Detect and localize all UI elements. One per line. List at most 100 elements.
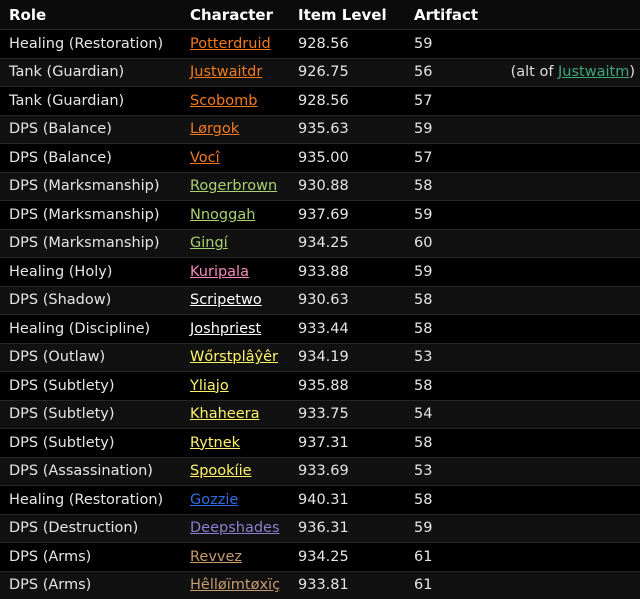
artifact-cell: 53 xyxy=(409,343,484,372)
character-link[interactable]: Revvez xyxy=(190,549,242,565)
artifact-cell: 58 xyxy=(409,286,484,315)
table-row: Healing (Restoration) Potterdruid 928.56 59 xyxy=(0,29,640,59)
character-cell: Lørgok xyxy=(185,115,293,144)
item-level-cell: 936.31 xyxy=(293,514,409,543)
artifact-cell: 56 xyxy=(409,58,484,87)
character-cell: Wőrstplâŷêr xyxy=(185,343,293,372)
character-link[interactable]: Yliajo xyxy=(190,378,229,394)
character-link[interactable]: Joshpriest xyxy=(190,321,261,337)
artifact-cell: 58 xyxy=(409,314,484,344)
artifact-cell: 58 xyxy=(409,485,484,515)
table-row: Tank (Guardian) Justwaitdr 926.75 56 (alt of… xyxy=(0,58,640,87)
header-item-level[interactable]: Item Level xyxy=(293,0,409,30)
character-link[interactable]: Spookíie xyxy=(190,463,252,479)
item-level-cell: 937.31 xyxy=(293,428,409,458)
character-cell: Yliajo xyxy=(185,371,293,401)
item-level-cell: 928.56 xyxy=(293,86,409,116)
role-cell: DPS (Marksmanship) xyxy=(0,200,185,230)
character-cell: Nnoggah xyxy=(185,200,293,230)
item-level-cell: 935.00 xyxy=(293,143,409,173)
table-row: DPS (Subtlety) Yliajo 935.88 58 xyxy=(0,371,640,401)
character-link[interactable]: Potterdruid xyxy=(190,36,271,52)
role-cell: DPS (Balance) xyxy=(0,115,185,144)
role-cell: DPS (Marksmanship) xyxy=(0,229,185,258)
role-cell: DPS (Assassination) xyxy=(0,457,185,486)
item-level-cell: 933.88 xyxy=(293,257,409,287)
character-link[interactable]: Scripetwo xyxy=(190,292,262,308)
character-cell: Rogerbrown xyxy=(185,172,293,201)
table-body: Healing (Restoration) Potterdruid 928.56 59… xyxy=(0,29,640,599)
note-cell xyxy=(484,457,640,486)
item-level-cell: 935.88 xyxy=(293,371,409,401)
item-level-cell: 930.88 xyxy=(293,172,409,201)
table-row: DPS (Marksmanship) Rogerbrown 930.88 58 xyxy=(0,172,640,201)
note-cell xyxy=(484,514,640,543)
character-link[interactable]: Gozzie xyxy=(190,492,238,508)
character-link[interactable]: Kuripala xyxy=(190,264,249,280)
table-row: DPS (Marksmanship) Nnoggah 937.69 59 xyxy=(0,200,640,230)
header-row: Role Character Item Level Artifact xyxy=(0,0,640,30)
character-cell: Joshpriest xyxy=(185,314,293,344)
table-row: Healing (Discipline) Joshpriest 933.44 58 xyxy=(0,314,640,344)
item-level-cell: 934.19 xyxy=(293,343,409,372)
note-cell xyxy=(484,200,640,230)
header-role[interactable]: Role xyxy=(0,0,185,30)
character-cell: Hêlløïmtøxïç xyxy=(185,571,293,599)
table-row: DPS (Outlaw) Wőrstplâŷêr 934.19 53 xyxy=(0,343,640,372)
character-cell: Khaheera xyxy=(185,400,293,429)
note-cell xyxy=(484,29,640,59)
item-level-cell: 926.75 xyxy=(293,58,409,87)
item-level-cell: 934.25 xyxy=(293,542,409,572)
character-cell: Justwaitdr xyxy=(185,58,293,87)
table-row: Healing (Holy) Kuripala 933.88 59 xyxy=(0,257,640,287)
note-cell: (alt of Justwaitm) xyxy=(484,58,640,87)
character-link[interactable]: Vocî xyxy=(190,150,220,166)
artifact-cell: 60 xyxy=(409,229,484,258)
role-cell: DPS (Shadow) xyxy=(0,286,185,315)
role-cell: Healing (Discipline) xyxy=(0,314,185,344)
item-level-cell: 934.25 xyxy=(293,229,409,258)
table-row: DPS (Subtlety) Khaheera 933.75 54 xyxy=(0,400,640,429)
note-cell xyxy=(484,172,640,201)
character-link[interactable]: Rogerbrown xyxy=(190,178,277,194)
character-link[interactable]: Nnoggah xyxy=(190,207,255,223)
role-cell: Tank (Guardian) xyxy=(0,86,185,116)
character-link[interactable]: Scobomb xyxy=(190,93,257,109)
artifact-cell: 59 xyxy=(409,29,484,59)
role-cell: Healing (Holy) xyxy=(0,257,185,287)
artifact-cell: 57 xyxy=(409,143,484,173)
note-cell xyxy=(484,400,640,429)
artifact-cell: 54 xyxy=(409,400,484,429)
character-link[interactable]: Wőrstplâŷêr xyxy=(190,349,278,365)
item-level-cell: 940.31 xyxy=(293,485,409,515)
character-link[interactable]: Justwaitdr xyxy=(190,64,262,80)
table-row: DPS (Subtlety) Rytnek 937.31 58 xyxy=(0,428,640,458)
character-link[interactable]: Deepshades xyxy=(190,520,280,536)
role-cell: DPS (Subtlety) xyxy=(0,428,185,458)
header-character[interactable]: Character xyxy=(185,0,293,30)
character-link[interactable]: Gingí xyxy=(190,235,228,251)
note-cell xyxy=(484,428,640,458)
character-link[interactable]: Khaheera xyxy=(190,406,259,422)
character-cell: Scripetwo xyxy=(185,286,293,315)
role-cell: DPS (Marksmanship) xyxy=(0,172,185,201)
note-cell xyxy=(484,86,640,116)
alt-main-link[interactable]: Justwaitm xyxy=(558,64,629,80)
artifact-cell: 61 xyxy=(409,542,484,572)
table-row: Healing (Restoration) Gozzie 940.31 58 xyxy=(0,485,640,515)
character-link[interactable]: Hêlløïmtøxïç xyxy=(190,577,280,593)
item-level-cell: 935.63 xyxy=(293,115,409,144)
character-link[interactable]: Rytnek xyxy=(190,435,240,451)
table-row: DPS (Marksmanship) Gingí 934.25 60 xyxy=(0,229,640,258)
artifact-cell: 59 xyxy=(409,514,484,543)
role-cell: Healing (Restoration) xyxy=(0,485,185,515)
header-artifact[interactable]: Artifact xyxy=(409,0,484,30)
note-cell xyxy=(484,371,640,401)
role-cell: DPS (Subtlety) xyxy=(0,400,185,429)
character-link[interactable]: Lørgok xyxy=(190,121,239,137)
artifact-cell: 59 xyxy=(409,115,484,144)
role-cell: DPS (Destruction) xyxy=(0,514,185,543)
artifact-cell: 57 xyxy=(409,86,484,116)
role-cell: DPS (Arms) xyxy=(0,571,185,599)
artifact-cell: 58 xyxy=(409,428,484,458)
